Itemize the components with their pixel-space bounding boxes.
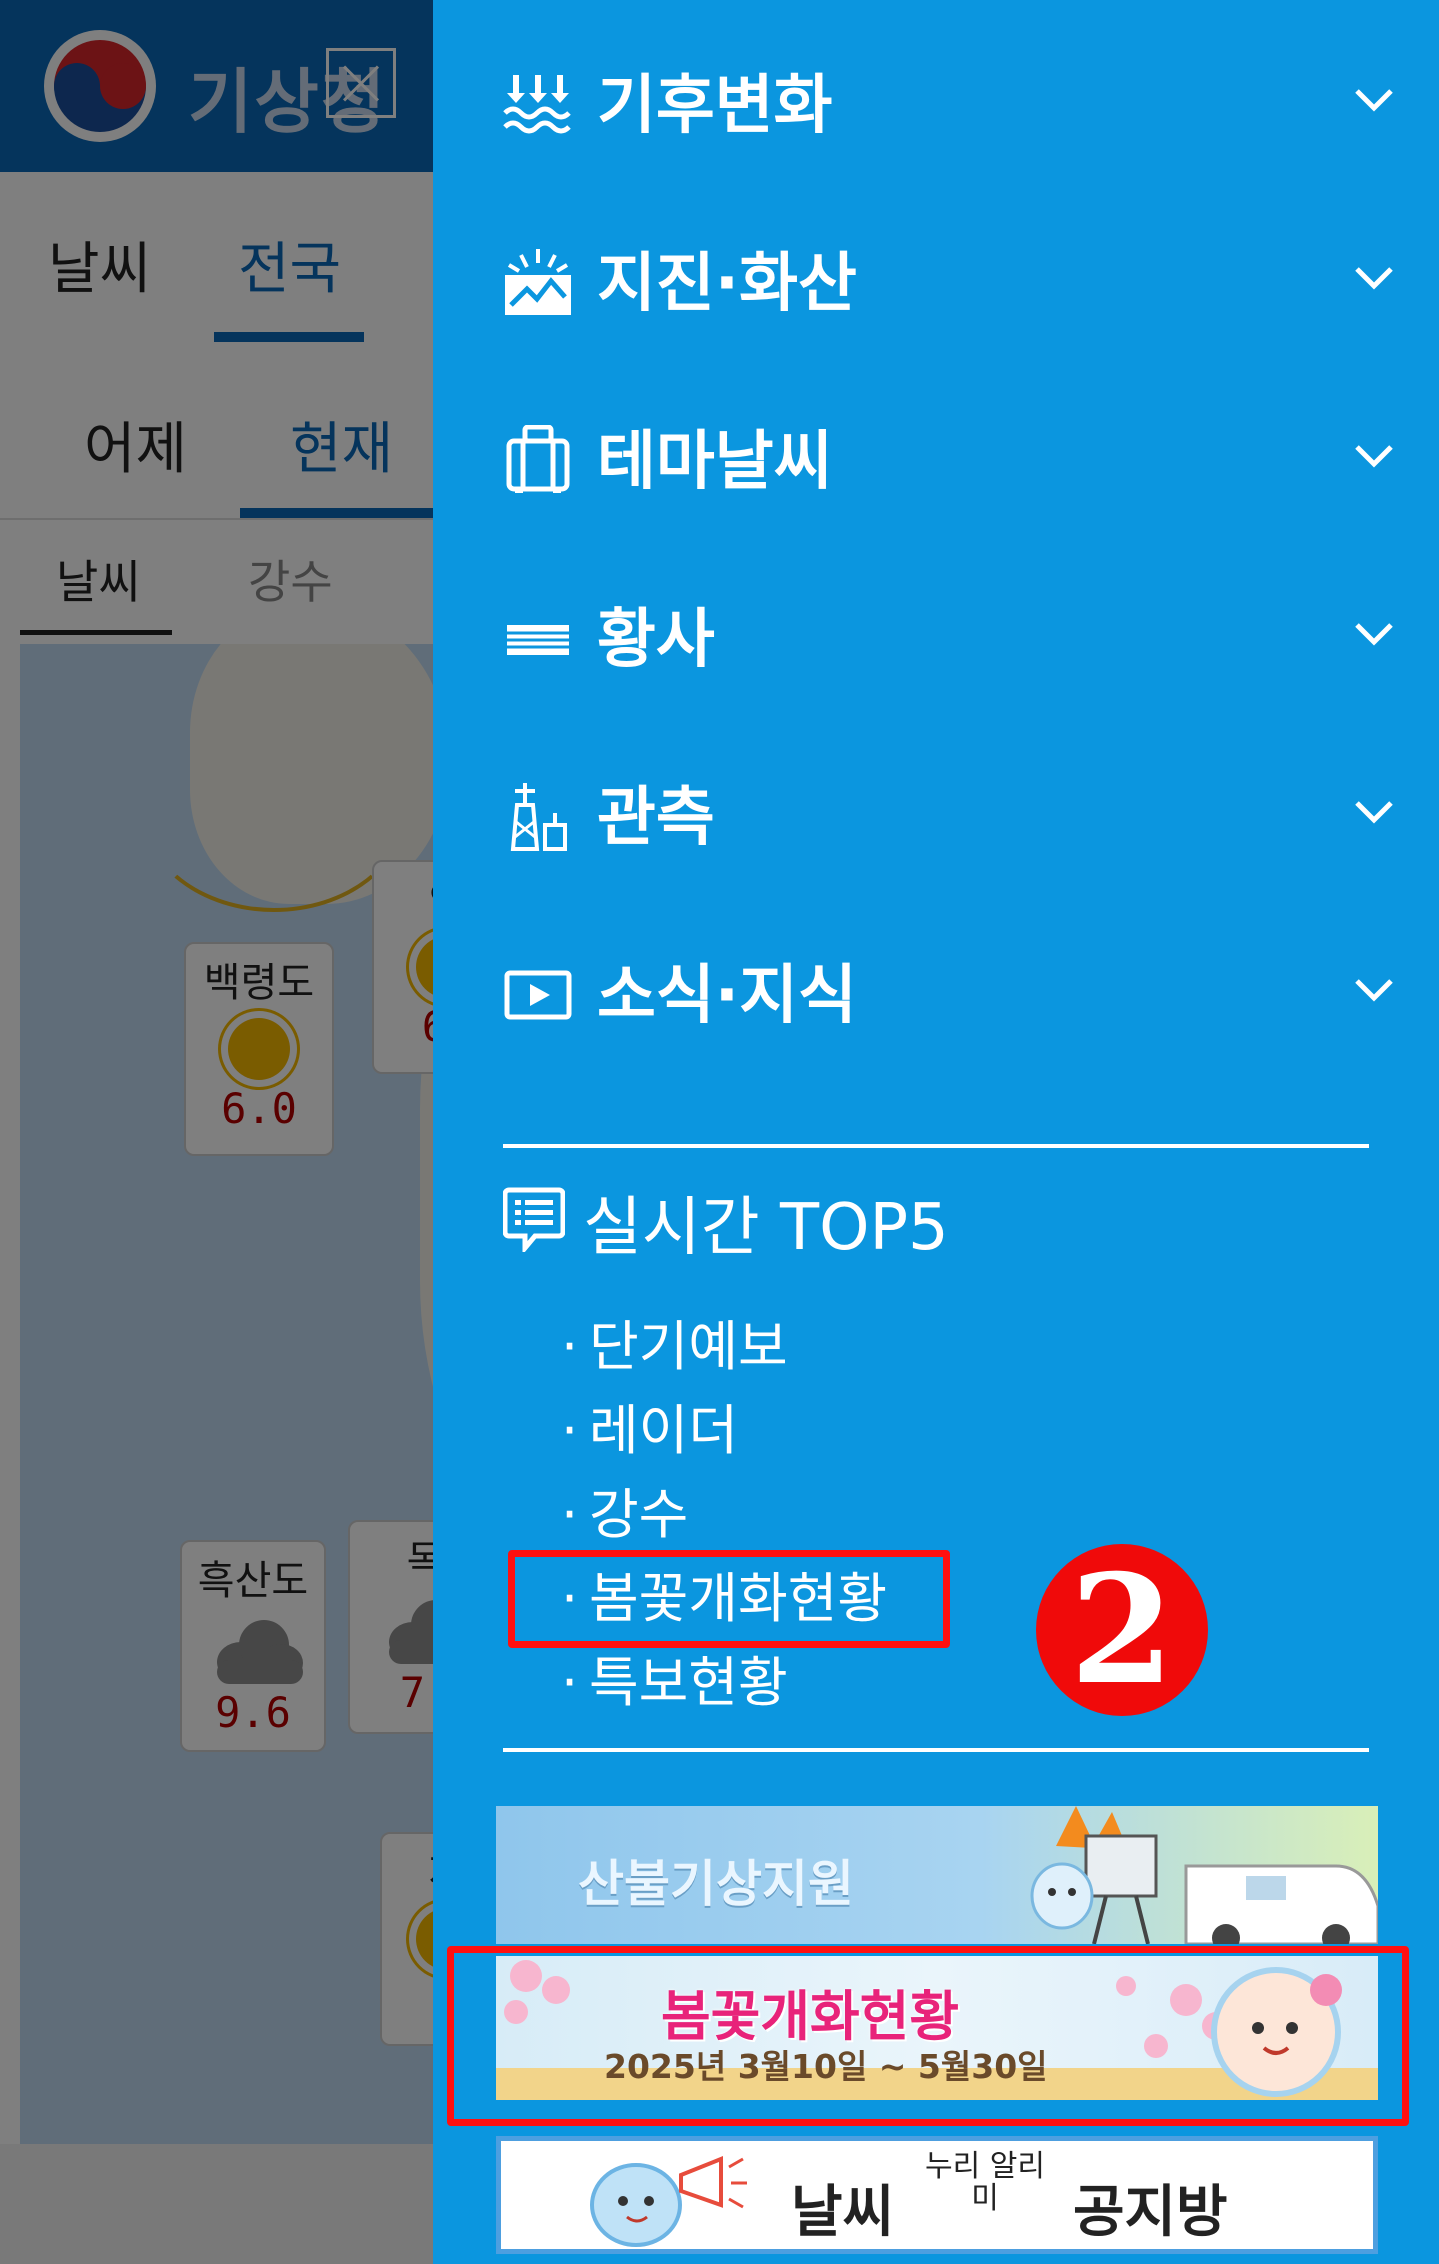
chevron-down-icon	[1355, 267, 1393, 290]
menu-item-label: 관측	[597, 781, 715, 855]
climate-change-icon	[503, 75, 571, 134]
top5-item-label: 강수	[589, 1483, 689, 1546]
fire-weather-banner[interactable]: 산불기상지원	[496, 1806, 1378, 1944]
top5-item-radar[interactable]: · 레이더	[561, 1386, 738, 1465]
menu-item-earthquake-volcano[interactable]: 지진·화산	[433, 202, 1439, 352]
chevron-down-icon	[1355, 89, 1393, 112]
weather-notice-banner[interactable]: 날씨 누리 알리미 공지방	[496, 2136, 1378, 2254]
fire-weather-illustration	[1030, 1806, 1378, 1944]
menu-divider	[503, 1748, 1369, 1752]
menu-item-label: 테마날씨	[597, 425, 833, 499]
menu-item-yellow-dust[interactable]: 황사	[433, 558, 1439, 708]
menu-divider	[503, 1144, 1369, 1148]
top5-title: 실시간 TOP5	[583, 1191, 949, 1265]
spring-flowers-banner[interactable]: 봄꽃개화현황 2025년 3월10일 ~ 5월30일	[496, 1956, 1378, 2100]
video-play-icon	[504, 970, 572, 1020]
chevron-down-icon	[1355, 623, 1393, 646]
side-menu: 기후변화 지진·화산 테마날씨 황사 관측 소식·지식 실시간 TOP5 · 단…	[433, 0, 1439, 2264]
chevron-down-icon	[1355, 445, 1393, 468]
menu-item-label: 소식·지식	[597, 959, 857, 1033]
notice-label-board: 공지방	[1073, 2180, 1228, 2245]
menu-item-observation[interactable]: 관측	[433, 736, 1439, 886]
banner-date-range: 2025년 3월10일 ~ 5월30일	[604, 2047, 1048, 2086]
chevron-down-icon	[1355, 801, 1393, 824]
top5-item-short-forecast[interactable]: · 단기예보	[561, 1302, 788, 1381]
step-number-badge: 2	[1036, 1544, 1208, 1716]
chevron-down-icon	[1355, 979, 1393, 1002]
notice-label-nuri: 누리 알리미	[925, 2149, 1045, 2216]
top5-item-label: 특보현황	[589, 1651, 788, 1714]
menu-item-label: 황사	[597, 603, 715, 677]
top5-item-label: 단기예보	[589, 1315, 788, 1378]
top5-item-weather-warnings[interactable]: · 특보현황	[561, 1638, 788, 1717]
mascot-megaphone-icon	[590, 2156, 747, 2247]
top5-item-precipitation[interactable]: · 강수	[561, 1470, 688, 1549]
notice-label-weather: 날씨	[791, 2180, 895, 2245]
menu-item-theme-weather[interactable]: 테마날씨	[433, 380, 1439, 530]
observation-tower-icon	[510, 783, 567, 851]
theme-weather-icon	[506, 425, 570, 493]
realtime-list-icon	[503, 1187, 565, 1252]
yellow-dust-icon	[507, 625, 569, 655]
menu-item-label: 지진·화산	[597, 247, 857, 321]
banner-title: 산불기상지원	[578, 1855, 854, 1913]
highlight-box	[508, 1550, 950, 1648]
top5-item-label: 레이더	[589, 1399, 739, 1462]
menu-item-news-knowledge[interactable]: 소식·지식	[433, 914, 1439, 1064]
earthquake-icon	[505, 249, 571, 315]
menu-item-climate-change[interactable]: 기후변화	[433, 24, 1439, 174]
menu-item-label: 기후변화	[597, 69, 833, 143]
